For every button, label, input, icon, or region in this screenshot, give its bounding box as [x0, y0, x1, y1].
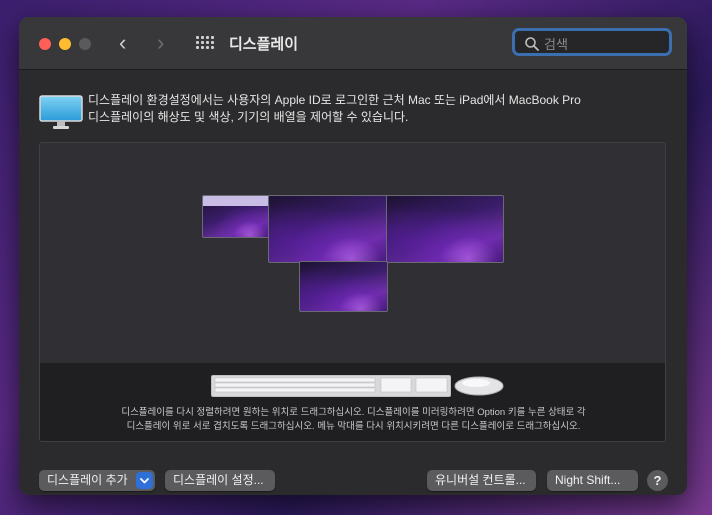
close-icon[interactable] — [39, 38, 51, 50]
description-text: 디스플레이 환경설정에서는 사용자의 Apple ID로 로그인한 근처 Mac… — [88, 92, 648, 126]
help-button[interactable]: ? — [647, 470, 668, 491]
add-display-popup[interactable]: 디스플레이 추가 — [39, 470, 155, 491]
display-arrangement-area[interactable]: 디스플레이를 다시 정렬하려면 원하는 위치로 드래그하십시오. 디스플레이를 … — [39, 142, 666, 442]
night-shift-button[interactable]: Night Shift... — [547, 470, 638, 491]
arrangement-instructions: 디스플레이를 다시 정렬하려면 원하는 위치로 드래그하십시오. 디스플레이를 … — [40, 406, 665, 434]
description-line-2: 디스플레이의 해상도 및 색상, 기기의 배열을 제어할 수 있습니다. — [88, 110, 409, 124]
forward-chevron-icon[interactable]: › — [157, 31, 164, 55]
instructions-line-1: 디스플레이를 다시 정렬하려면 원하는 위치로 드래그하십시오. 디스플레이를 … — [121, 407, 586, 418]
display-preferences-window: ‹ › 디스플레이 디스플레이 환경설정 — [19, 17, 687, 495]
minimize-icon[interactable] — [59, 38, 71, 50]
chevron-down-icon — [136, 472, 153, 489]
monitor-icon — [39, 95, 83, 129]
zoom-icon[interactable] — [79, 38, 91, 50]
back-chevron-icon[interactable]: ‹ — [119, 31, 126, 55]
title-bar: ‹ › 디스플레이 — [19, 17, 687, 70]
window-title: 디스플레이 — [229, 36, 299, 53]
keyboard-icon — [211, 375, 451, 397]
display-thumbnail-2[interactable] — [268, 195, 388, 263]
instructions-line-2: 디스플레이 위로 서로 겹치도록 드래그하십시오. 메뉴 막대를 다시 위치시키… — [126, 421, 581, 432]
display-settings-button[interactable]: 디스플레이 설정... — [165, 470, 275, 491]
display-thumbnail-3[interactable] — [386, 195, 504, 263]
display-thumbnail-1[interactable] — [202, 195, 271, 238]
search-icon — [525, 37, 539, 51]
display-thumbnail-4[interactable] — [299, 261, 388, 312]
search-field[interactable] — [512, 28, 672, 56]
universal-control-button[interactable]: 유니버설 컨트롤... — [427, 470, 536, 491]
description-line-1: 디스플레이 환경설정에서는 사용자의 Apple ID로 로그인한 근처 Mac… — [88, 93, 581, 107]
content-area: 디스플레이 환경설정에서는 사용자의 Apple ID로 로그인한 근처 Mac… — [19, 70, 687, 495]
grid-icon[interactable] — [196, 36, 214, 52]
search-input[interactable] — [542, 33, 666, 55]
add-display-label: 디스플레이 추가 — [47, 473, 128, 487]
mouse-icon — [454, 376, 504, 396]
